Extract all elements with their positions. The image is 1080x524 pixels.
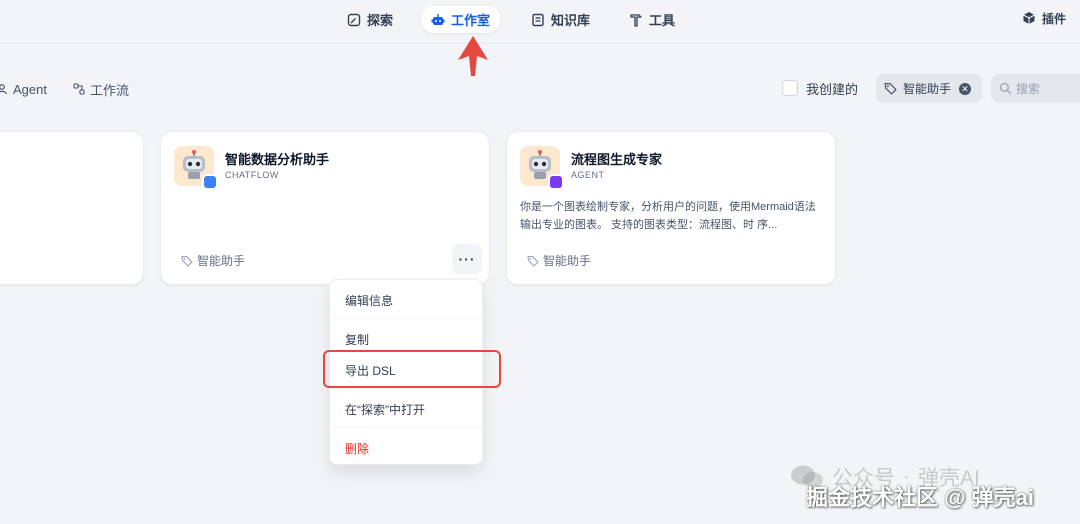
clear-tag-icon[interactable]: ✕ xyxy=(959,82,972,95)
menu-delete[interactable]: 删除 xyxy=(345,440,369,457)
search-icon xyxy=(999,82,1012,95)
user-icon xyxy=(0,84,8,95)
app-title: 流程图生成专家 xyxy=(571,152,663,167)
annotation-arrow-icon xyxy=(458,36,488,76)
tag-filter-label: 智能助手 xyxy=(903,82,952,96)
plugin-label: 插件 xyxy=(1041,11,1066,26)
app-tag[interactable]: 智能助手 xyxy=(181,252,245,269)
nav-explore-label: 探索 xyxy=(367,13,394,28)
nav-knowledge-label: 知识库 xyxy=(551,13,591,28)
menu-divider xyxy=(330,388,484,389)
nav-explore[interactable]: 探索 xyxy=(337,6,403,33)
app-tag-label: 智能助手 xyxy=(543,254,592,268)
menu-edit-info[interactable]: 编辑信息 xyxy=(345,292,393,309)
app-card[interactable]: 流程图生成专家 AGENT 你是一个图表绘制专家，分析用户的问题，使用Merma… xyxy=(506,131,836,285)
tag-icon xyxy=(884,83,897,95)
app-title: 智能数据分析助手 xyxy=(225,152,330,167)
app-avatar xyxy=(174,146,218,190)
menu-open-in-explore[interactable]: 在“探索”中打开 xyxy=(345,401,425,418)
workflow-icon xyxy=(73,83,85,95)
tab-agent-label: Agent xyxy=(13,81,47,97)
cube-icon xyxy=(1023,12,1035,24)
watermark-juejin: 掘金技术社区 @ 弹壳ai xyxy=(806,485,1035,510)
search-box[interactable] xyxy=(991,74,1080,103)
created-by-me-label: 我创建的 xyxy=(806,81,859,97)
app-type: CHATFLOW xyxy=(225,170,279,180)
book-icon xyxy=(532,13,544,26)
tab-workflow-label: 工作流 xyxy=(90,82,130,98)
nav-tools-label: 工具 xyxy=(649,13,676,28)
nav-studio-label: 工作室 xyxy=(451,13,491,28)
app-avatar xyxy=(520,146,564,190)
tag-icon xyxy=(181,255,193,267)
app-description: 你是一个图表绘制专家，分析用户的问题，使用Mermaid语法输出专业的图表。 支… xyxy=(520,201,816,231)
menu-divider xyxy=(330,318,484,319)
chatflow-badge-icon xyxy=(202,174,218,190)
top-nav: 探索 工作室 知识库 工具 插件 xyxy=(0,0,1080,44)
tab-workflow[interactable]: 工作流 xyxy=(73,79,129,99)
nav-tools[interactable]: 工具 xyxy=(619,6,685,33)
app-card[interactable]: 智能数据分析助手 CHATFLOW 智能助手 ··· xyxy=(160,131,490,285)
nav-studio[interactable]: 工作室 xyxy=(421,6,501,33)
compass-icon xyxy=(347,13,361,26)
annotation-highlight-box xyxy=(323,350,501,388)
nav-knowledge[interactable]: 知识库 xyxy=(521,6,600,33)
tag-filter[interactable]: 智能助手 ✕ xyxy=(876,74,982,103)
app-card-partial[interactable] xyxy=(0,131,144,285)
agent-badge-icon xyxy=(548,174,564,190)
tab-agent[interactable]: Agent xyxy=(0,79,47,99)
app-tag-label: 智能助手 xyxy=(197,254,246,268)
robot-icon xyxy=(431,13,445,25)
menu-copy[interactable]: 复制 xyxy=(345,331,369,348)
created-by-me-filter[interactable]: 我创建的 xyxy=(782,78,858,98)
more-options-button[interactable]: ··· xyxy=(452,244,482,274)
hammer-icon xyxy=(630,13,642,27)
search-input[interactable] xyxy=(1016,81,1076,96)
tag-icon xyxy=(527,255,539,267)
menu-divider xyxy=(330,427,484,428)
plugin-button[interactable]: 插件 xyxy=(1022,8,1066,28)
app-type: AGENT xyxy=(571,170,605,180)
app-tag[interactable]: 智能助手 xyxy=(527,252,591,269)
created-by-me-checkbox[interactable] xyxy=(782,80,798,96)
